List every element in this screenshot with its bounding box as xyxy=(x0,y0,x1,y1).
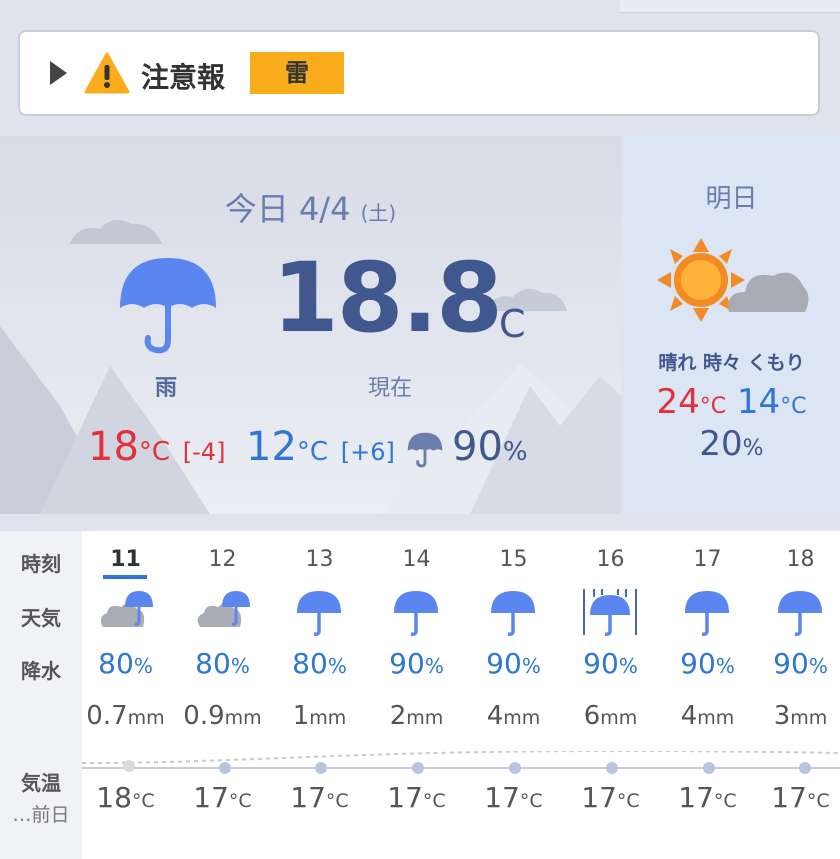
warning-banner[interactable]: 注意報 雷 xyxy=(18,30,820,116)
today-weather-label: 雨 xyxy=(154,376,177,401)
precip-chance: 90% xyxy=(680,647,735,680)
hour-temp: 17°C xyxy=(387,781,446,814)
hour-label: 12 xyxy=(208,547,237,572)
umbrella-icon xyxy=(120,258,216,354)
row-labels: 時刻 天気 降水 気温 …前日 xyxy=(0,531,82,859)
row-label-temp: 気温 xyxy=(21,771,61,795)
hour-temp: 17°C xyxy=(484,781,543,814)
precip-chance: 80% xyxy=(292,647,347,680)
top-strip xyxy=(620,0,840,13)
today-precip: 90% xyxy=(452,424,528,470)
precip-umbrella-icon xyxy=(407,432,443,468)
precip-chance: 90% xyxy=(486,647,541,680)
precip-amount: 0.9mm xyxy=(183,701,262,731)
hour-temp: 17°C xyxy=(771,781,830,814)
tomorrow-weather: 晴れ 時々 くもり xyxy=(658,352,805,374)
sun-cloud-icon xyxy=(657,238,809,322)
row-label-precip: 降水 xyxy=(21,659,61,683)
precip-amount: 1mm xyxy=(292,701,347,731)
precip-amount: 3mm xyxy=(773,701,828,731)
tomorrow-panel[interactable]: 明日 晴れ 時々 くもり 24°C 14°C 20% xyxy=(623,136,840,514)
hourly-forecast[interactable]: 時刻 天気 降水 気温 …前日 11 80% 0.7mm 18°C 12 80%… xyxy=(0,531,840,859)
cloud-umbrella-icon xyxy=(100,591,153,627)
current-hour-underline xyxy=(103,575,147,579)
hour-label: 17 xyxy=(693,547,722,572)
precip-amount: 0.7mm xyxy=(86,701,165,731)
hour-label: 13 xyxy=(305,547,334,572)
precip-amount: 4mm xyxy=(680,701,735,731)
hour-temp: 17°C xyxy=(581,781,640,814)
umbrella-icon xyxy=(297,591,341,636)
precip-amount: 4mm xyxy=(486,701,541,731)
umbrella-icon xyxy=(778,591,822,636)
today-low: 12°C [+6] xyxy=(246,424,395,470)
warning-icon xyxy=(84,52,130,94)
precip-chance: 80% xyxy=(195,647,250,680)
now-label: 現在 xyxy=(367,376,412,401)
precip-amount: 2mm xyxy=(389,701,444,731)
precip-amount: 6mm xyxy=(583,701,638,731)
low-diff: [+6] xyxy=(340,438,395,466)
heavy-rain-umbrella-icon xyxy=(583,589,637,636)
hour-temp: 17°C xyxy=(193,781,252,814)
row-label-weather: 天気 xyxy=(21,606,61,630)
hour-label: 16 xyxy=(596,547,625,572)
hour-column[interactable]: 13 80% 1mm 17°C xyxy=(271,531,368,859)
high-diff: [-4] xyxy=(182,438,226,466)
precip-chance: 90% xyxy=(389,647,444,680)
umbrella-icon xyxy=(685,591,729,636)
hour-temp: 18°C xyxy=(96,781,155,814)
hour-temp: 17°C xyxy=(290,781,349,814)
hour-column[interactable]: 17 90% 4mm 17°C xyxy=(659,531,756,859)
precip-chance: 90% xyxy=(583,647,638,680)
warning-title: 注意報 xyxy=(141,61,226,94)
cloud-umbrella-icon xyxy=(197,591,250,627)
row-label-prev-day: …前日 xyxy=(12,804,70,826)
hour-column[interactable]: 18 90% 3mm 17°C xyxy=(752,531,840,859)
umbrella-icon xyxy=(394,591,438,636)
hour-temp: 17°C xyxy=(678,781,737,814)
today-panel: 今日 4/4 (土) 18.8 °C 雨 現在 18°C [-4] 12°C [… xyxy=(0,136,621,514)
current-temp-unit: °C xyxy=(480,302,526,346)
expand-triangle-icon[interactable] xyxy=(50,61,67,85)
precip-chance: 90% xyxy=(773,647,828,680)
hour-column[interactable]: 11 80% 0.7mm 18°C xyxy=(77,531,174,859)
today-high: 18°C [-4] xyxy=(88,424,226,470)
tomorrow-temps: 24°C 14°C xyxy=(656,382,807,422)
current-temperature: 18.8 xyxy=(272,242,503,354)
precip-chance: 80% xyxy=(98,647,153,680)
tomorrow-label: 明日 xyxy=(705,184,758,214)
tomorrow-precip: 20% xyxy=(699,424,764,464)
today-date: 今日 4/4 (土) xyxy=(224,190,397,228)
hour-label: 14 xyxy=(402,547,431,572)
hour-label: 18 xyxy=(786,547,815,572)
hour-column[interactable]: 16 90% 6mm 17°C xyxy=(562,531,659,859)
thunder-badge[interactable]: 雷 xyxy=(250,52,344,94)
hour-column[interactable]: 15 90% 4mm 17°C xyxy=(465,531,562,859)
umbrella-icon xyxy=(491,591,535,636)
hour-column[interactable]: 14 90% 2mm 17°C xyxy=(368,531,465,859)
hour-label: 15 xyxy=(499,547,528,572)
hour-column[interactable]: 12 80% 0.9mm 17°C xyxy=(174,531,271,859)
row-label-time: 時刻 xyxy=(21,552,61,576)
hour-label: 11 xyxy=(110,547,141,572)
